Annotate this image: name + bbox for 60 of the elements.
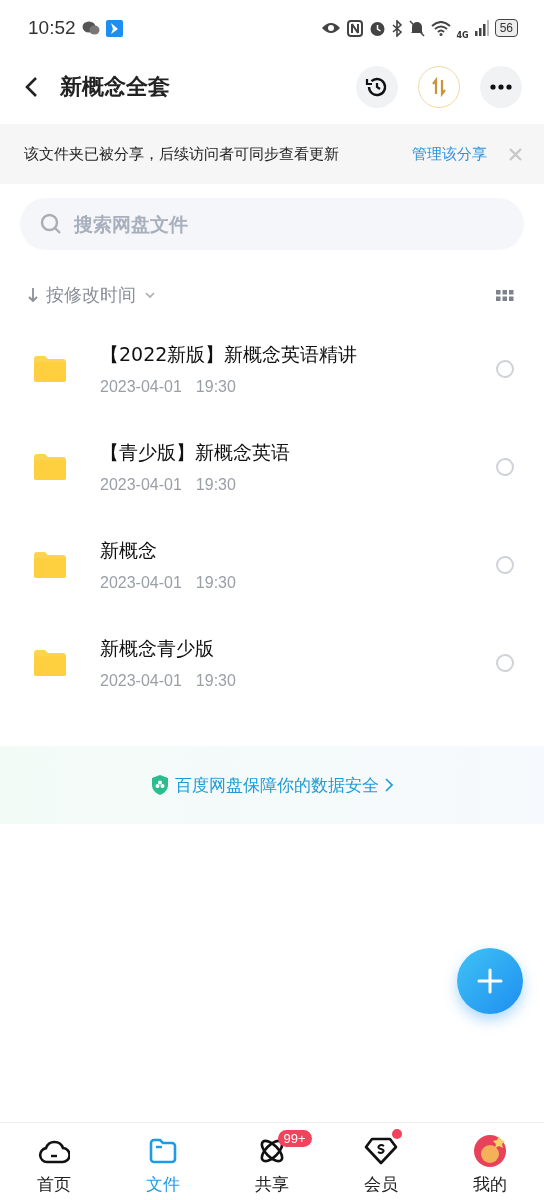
nav-tab[interactable]: 我的	[435, 1123, 544, 1200]
history-icon	[365, 75, 389, 99]
more-button[interactable]	[480, 66, 522, 108]
wifi-icon	[430, 20, 451, 36]
modified-time: 19:30	[195, 378, 236, 396]
folder-icon	[34, 356, 66, 382]
file-name[interactable]: 新概念青少版	[100, 636, 236, 662]
folder-icon	[34, 454, 66, 480]
caret-icon	[144, 291, 156, 299]
eye-icon	[320, 21, 341, 35]
modified-time: 19:30	[195, 672, 236, 690]
search-field[interactable]: 搜索网盘文件	[20, 198, 524, 250]
select-radio[interactable]	[496, 654, 514, 672]
plus-icon	[477, 968, 503, 994]
share-notice: 该文件夹已被分享，后续访问者可同步查看更新	[24, 144, 339, 164]
mute-bell-icon	[408, 19, 425, 37]
select-radio[interactable]	[496, 360, 514, 378]
status-time: 10:52	[28, 17, 76, 39]
chat-icon	[81, 21, 100, 35]
nav-tab[interactable]: 共享 99+	[217, 1123, 327, 1200]
avatar-icon[interactable]	[472, 1134, 507, 1168]
battery-indicator: 56	[494, 19, 518, 37]
file-name[interactable]: 【2022新版】新概念英语精讲	[100, 342, 358, 368]
modified-date: 2023-04-01	[100, 476, 182, 494]
modified-date: 2023-04-01	[100, 574, 182, 592]
transfer-button[interactable]	[418, 66, 460, 108]
modified-date: 2023-04-01	[100, 672, 182, 690]
chevron-right-icon[interactable]	[385, 778, 393, 792]
nav-tab[interactable]: 首页	[0, 1123, 109, 1200]
network-label: 4G	[456, 30, 469, 40]
cloud-icon	[38, 1138, 71, 1164]
close-icon[interactable]	[509, 147, 522, 161]
folder-icon	[34, 552, 66, 578]
file-name[interactable]: 【青少版】新概念英语	[100, 440, 290, 466]
add-button[interactable]	[457, 948, 523, 1014]
modified-date: 2023-04-01	[100, 378, 182, 396]
select-radio[interactable]	[496, 458, 514, 476]
back-icon[interactable]	[24, 76, 38, 98]
app-icon	[105, 19, 123, 37]
file-name[interactable]: 新概念	[100, 538, 236, 564]
alarm-icon	[368, 19, 386, 37]
diamond-s-icon	[363, 1137, 398, 1165]
select-radio[interactable]	[496, 556, 514, 574]
count-badge: 99+	[277, 1130, 312, 1147]
bluetooth-icon	[391, 19, 403, 37]
up-down-arrows-icon	[429, 77, 449, 97]
nfc-icon	[346, 19, 363, 37]
shield-icon	[151, 775, 169, 795]
signal-icon	[474, 20, 489, 36]
grid-view-icon[interactable]	[496, 289, 514, 301]
atom-icon	[258, 1137, 286, 1165]
history-button[interactable]	[356, 66, 398, 108]
folder-icon	[149, 1138, 178, 1164]
nav-tab[interactable]: 会员	[326, 1123, 436, 1200]
modified-time: 19:30	[195, 574, 236, 592]
folder-icon	[34, 650, 66, 676]
down-arrow-icon	[28, 287, 38, 303]
modified-time: 19:30	[195, 476, 236, 494]
more-icon	[490, 84, 512, 90]
page-title: 新概念全套	[60, 73, 170, 101]
